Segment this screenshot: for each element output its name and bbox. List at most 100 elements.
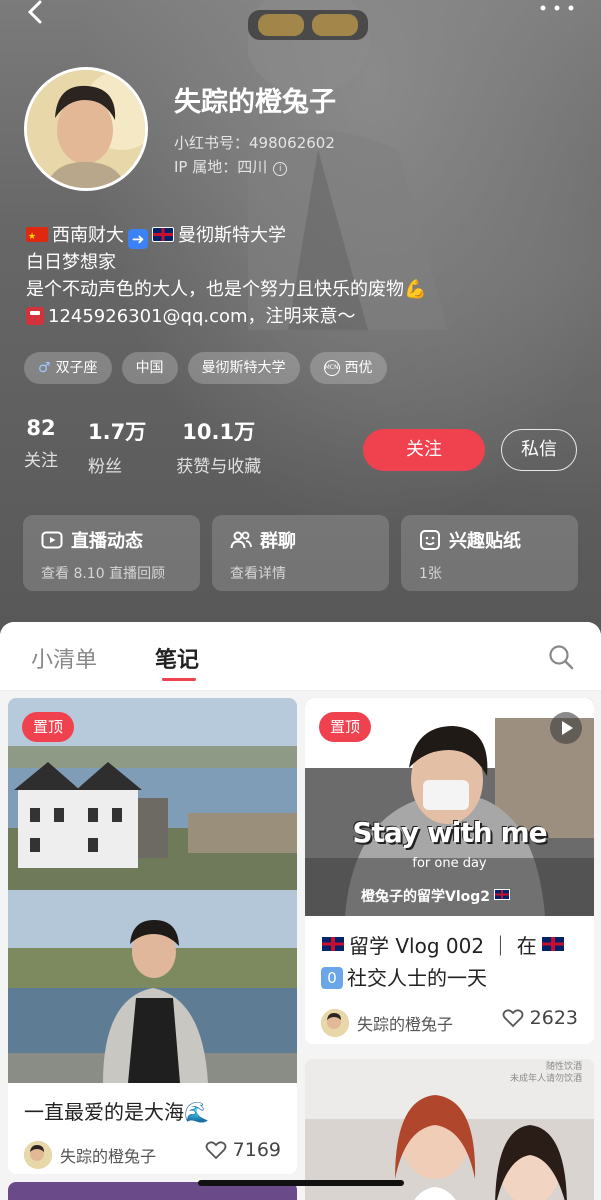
china-flag-icon	[26, 224, 48, 251]
active-tab-indicator	[162, 678, 196, 681]
note-title-line-1: 留学 Vlog 002 ｜ 在	[321, 930, 569, 962]
note-card[interactable]: Stay with me for one day 橙兔子的留学Vlog2 置顶 …	[305, 698, 594, 1044]
note-card[interactable]: 置顶 一直最爱的是大海🌊 失踪的橙兔子 7169	[8, 698, 297, 1174]
stat-value: 1.7万	[88, 420, 147, 444]
top-bar	[0, 0, 601, 40]
tag-label: 双子座	[55, 360, 98, 376]
tab-notes[interactable]: 笔记	[155, 642, 199, 674]
uk-flag-icon	[540, 936, 565, 952]
bio-line-3: 是个不动声色的大人，也是个努力且快乐的废物💪	[26, 276, 426, 303]
card-stickers[interactable]: 兴趣贴纸 1张	[401, 515, 578, 591]
uk-flag-icon	[494, 889, 511, 900]
pinned-badge: 置顶	[319, 712, 372, 742]
wave-icon: 🌊	[184, 1100, 209, 1124]
notes-feed: 置顶 一直最爱的是大海🌊 失踪的橙兔子 7169 Stay with me fo…	[0, 691, 601, 1200]
card-title: 兴趣贴纸	[419, 527, 578, 553]
like-button[interactable]: 7169	[205, 1139, 281, 1161]
stat-value: 82	[26, 416, 56, 440]
redbook-id: 小红书号：498062602	[174, 134, 335, 152]
cover-watermark: 随性饮酒 未成年人请勿饮酒	[510, 1061, 582, 1085]
note-author[interactable]: 失踪的橙兔子	[24, 1141, 156, 1169]
follow-button[interactable]: 关注	[363, 429, 485, 471]
ip-location: IP 属地：四川 i	[174, 156, 288, 177]
profile-bio: 西南财大➜ 曼彻斯特大学 白日梦想家 是个不动声色的大人，也是个努力且快乐的废物💪…	[26, 222, 426, 330]
group-chat-icon	[230, 531, 252, 549]
uk-flag-icon	[321, 936, 345, 952]
back-arrow-icon[interactable]	[22, 0, 52, 30]
author-name: 失踪的橙兔子	[357, 1015, 454, 1034]
stat-following[interactable]: 82 关注	[24, 416, 58, 477]
bio-school-2: 曼彻斯特大学	[178, 225, 286, 246]
note-title-text: 社交人士的一天	[347, 966, 487, 990]
note-title-text: 一直最爱的是大海	[24, 1100, 184, 1124]
profile-tags: ♂ 双子座 中国 曼彻斯特大学 MCN 西优	[24, 352, 387, 384]
card-title: 直播动态	[41, 527, 200, 553]
zero-keycap-icon: 0	[321, 967, 343, 989]
bio-line-4: 1245926301@qq.com，注明来意～	[26, 303, 426, 330]
cover-subtitle: for one day	[412, 856, 487, 871]
info-icon[interactable]: i	[273, 162, 288, 176]
bio-line-1: 西南财大➜ 曼彻斯特大学	[26, 222, 426, 251]
stat-label: 获赞与收藏	[176, 457, 262, 477]
like-count: 7169	[232, 1139, 281, 1161]
tag-zodiac[interactable]: ♂ 双子座	[24, 352, 112, 384]
pinned-badge: 置顶	[22, 712, 75, 742]
author-avatar-image	[321, 1009, 349, 1037]
like-count: 2623	[529, 1007, 578, 1029]
bio-line-2: 白日梦想家	[26, 252, 116, 273]
bio-line-4-text: 1245926301@qq.com，注明来意～	[48, 306, 356, 327]
ip-location-text: IP 属地：四川	[174, 158, 268, 176]
heart-icon	[502, 1009, 524, 1028]
watermark-line-2: 未成年人请勿饮酒	[509, 1074, 582, 1084]
tag-label: 中国	[135, 360, 164, 376]
stat-value: 10.1万	[182, 420, 256, 444]
tab-bar: 小清单 笔记	[0, 622, 601, 691]
note-author[interactable]: 失踪的橙兔子	[321, 1009, 453, 1037]
card-group-chat[interactable]: 群聊 查看详情	[212, 515, 389, 591]
tab-lists[interactable]: 小清单	[31, 642, 97, 674]
profile-nickname: 失踪的橙兔子	[174, 87, 336, 118]
card-title: 群聊	[230, 527, 389, 553]
cover-caption: 橙兔子的留学Vlog2	[361, 886, 514, 906]
card-title-text: 兴趣贴纸	[449, 531, 521, 552]
cover-caption-text: 橙兔子的留学Vlog2	[361, 889, 491, 905]
mcn-icon: MCN	[323, 360, 340, 376]
author-avatar	[24, 1141, 52, 1169]
watermark-line-1: 随性饮酒	[545, 1062, 582, 1072]
flexed-biceps-icon: 💪	[404, 279, 427, 300]
profile-header: 失踪的橙兔子 小红书号：498062602 IP 属地：四川 i 西南财大➜ 曼彻斯…	[0, 0, 601, 660]
content-panel: 小清单 笔记 置顶 一直最爱的是大海🌊 失踪的橙兔子 7169 Stay wit…	[0, 622, 601, 1200]
stat-followers[interactable]: 1.7万 粉丝	[88, 416, 146, 477]
card-sub: 查看 8.10 直播回顾	[41, 566, 166, 582]
avatar-photo	[27, 70, 145, 188]
more-options-icon[interactable]	[537, 0, 577, 20]
tag-country[interactable]: 中国	[121, 352, 178, 384]
card-live[interactable]: 直播动态 查看 8.10 直播回顾	[23, 515, 200, 591]
profile-avatar[interactable]	[24, 67, 148, 191]
play-icon	[550, 712, 582, 744]
card-title-text: 群聊	[260, 531, 296, 552]
sticker-icon	[420, 530, 440, 550]
live-video-icon	[41, 531, 63, 549]
author-avatar	[321, 1009, 349, 1037]
right-arrow-icon: ➜	[128, 229, 148, 249]
bio-line-3-text: 是个不动声色的大人，也是个努力且快乐的废物	[26, 279, 404, 300]
note-title-line-2: 0 社交人士的一天	[321, 962, 487, 994]
note-card[interactable]: 随性饮酒 未成年人请勿饮酒	[305, 1059, 594, 1200]
search-icon[interactable]	[548, 644, 574, 670]
message-button[interactable]: 私信	[501, 429, 577, 471]
tag-label: 曼彻斯特大学	[201, 360, 286, 376]
stat-likes-collects[interactable]: 10.1万 获赞与收藏	[176, 416, 261, 477]
male-symbol-icon: ♂	[38, 360, 51, 376]
cover-title: Stay with me	[352, 816, 547, 849]
profile-cards: 直播动态 查看 8.10 直播回顾 群聊 查看详情 兴趣贴纸 1张	[23, 515, 578, 591]
tag-label: 西优	[344, 360, 373, 376]
heart-icon	[205, 1141, 227, 1160]
card-title-text: 直播动态	[71, 531, 143, 552]
tag-school[interactable]: 曼彻斯特大学	[187, 352, 300, 384]
author-avatar-image	[24, 1141, 52, 1169]
tag-mcn[interactable]: MCN 西优	[309, 352, 387, 384]
author-name: 失踪的橙兔子	[60, 1147, 157, 1166]
like-button[interactable]: 2623	[502, 1007, 578, 1029]
card-sub: 1张	[419, 566, 442, 582]
